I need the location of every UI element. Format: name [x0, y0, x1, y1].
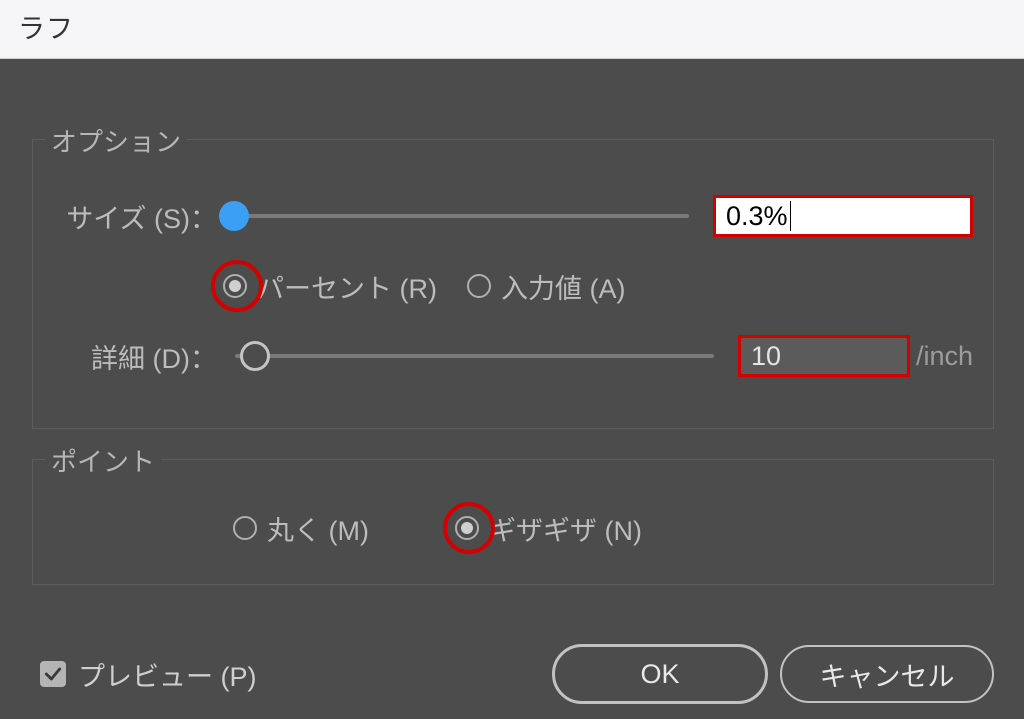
points-corner-label: ギザギザ (N): [489, 509, 642, 548]
points-panel-title: ポイント: [45, 442, 161, 479]
size-row: サイズ (S)： 0.3%: [53, 196, 973, 236]
points-round-label: 丸く (M): [267, 509, 369, 548]
size-slider[interactable]: [225, 196, 699, 236]
size-label: サイズ (S)：: [53, 197, 219, 236]
text-caret: [790, 201, 791, 231]
dialog-title: ラフ: [18, 14, 74, 44]
radio-dot-icon: [455, 516, 479, 540]
ok-button-label: OK: [640, 659, 679, 690]
points-row: 丸く (M) ギザギザ (N): [233, 506, 642, 550]
points-panel: ポイント 丸く (M) ギザギザ (N): [32, 459, 994, 585]
ok-button[interactable]: OK: [552, 644, 768, 704]
radio-dot-icon: [233, 516, 257, 540]
size-mode-absolute-label: 入力値 (A): [501, 267, 626, 306]
cancel-button[interactable]: キャンセル: [780, 645, 994, 703]
radio-dot-icon: [223, 274, 247, 298]
detail-input-value: 10: [751, 341, 781, 372]
cancel-button-label: キャンセル: [820, 655, 955, 694]
detail-slider-thumb[interactable]: [240, 341, 270, 371]
points-corner-radio[interactable]: ギザギザ (N): [455, 509, 642, 548]
options-panel-title: オプション: [45, 122, 187, 159]
preview-label: プレビュー (P): [78, 655, 257, 694]
size-slider-thumb[interactable]: [219, 201, 249, 231]
size-mode-percent-radio[interactable]: パーセント (R): [223, 267, 437, 306]
size-mode-row: パーセント (R) 入力値 (A): [223, 264, 625, 308]
detail-row: 詳細 (D)： 10 /inch: [53, 334, 973, 378]
footer-row: プレビュー (P) OK キャンセル: [40, 646, 994, 702]
check-icon: [43, 664, 63, 684]
size-slider-track: [235, 214, 689, 218]
radio-dot-icon: [467, 274, 491, 298]
size-input-value: 0.3%: [726, 201, 788, 232]
size-mode-percent-wrap: パーセント (R): [223, 267, 437, 306]
preview-checkbox[interactable]: [40, 661, 66, 687]
detail-input[interactable]: 10: [738, 335, 910, 377]
points-round-radio[interactable]: 丸く (M): [233, 509, 369, 548]
detail-suffix: /inch: [916, 341, 973, 372]
size-input[interactable]: 0.3%: [713, 195, 973, 237]
points-corner-wrap: ギザギザ (N): [455, 509, 642, 548]
dialog-title-bar: ラフ: [0, 0, 1024, 59]
detail-slider[interactable]: [225, 334, 724, 378]
options-panel: オプション サイズ (S)： 0.3% パーセント (R): [32, 139, 994, 429]
detail-slider-track: [235, 354, 714, 358]
size-mode-percent-label: パーセント (R): [257, 267, 437, 306]
size-mode-absolute-radio[interactable]: 入力値 (A): [467, 267, 626, 306]
detail-label: 詳細 (D)：: [53, 337, 219, 376]
dialog-body: オプション サイズ (S)： 0.3% パーセント (R): [0, 59, 1024, 719]
